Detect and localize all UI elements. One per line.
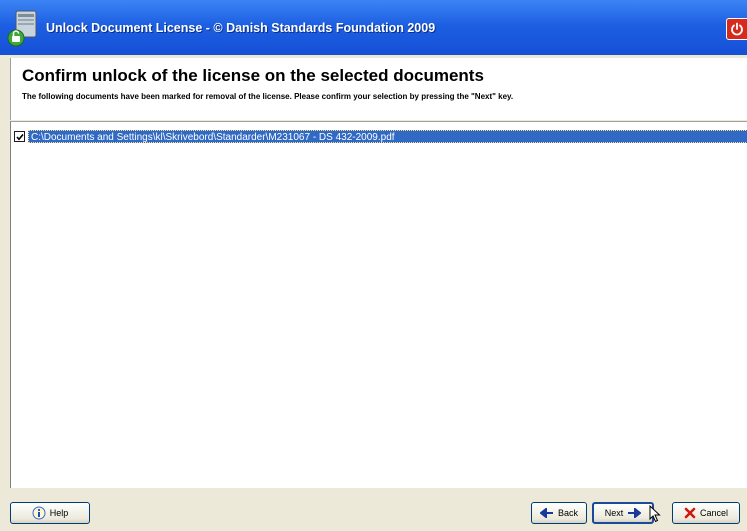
next-label: Next: [604, 508, 624, 518]
arrow-right-icon: [628, 508, 642, 518]
page-header: Confirm unlock of the license on the sel…: [10, 58, 747, 120]
page-title: Confirm unlock of the license on the sel…: [22, 66, 484, 85]
window-title: Unlock Document License - © Danish Stand…: [46, 20, 436, 35]
app-document-icon: [6, 8, 40, 48]
help-button[interactable]: Help: [10, 502, 90, 524]
cancel-label: Cancel: [699, 508, 728, 518]
cancel-button[interactable]: Cancel: [672, 502, 740, 524]
button-bar: Help Back Next Cancel: [0, 490, 747, 531]
document-path[interactable]: C:\Documents and Settings\kl\Skrivebord\…: [28, 130, 747, 143]
next-button[interactable]: Next: [592, 502, 654, 524]
title-bar: Unlock Document License - © Danish Stand…: [0, 0, 747, 55]
mouse-pointer-icon: [649, 505, 661, 523]
back-button[interactable]: Back: [531, 502, 587, 524]
help-label: Help: [49, 508, 69, 518]
checkmark-icon: [15, 133, 24, 141]
info-icon: [32, 506, 46, 520]
document-list[interactable]: C:\Documents and Settings\kl\Skrivebord\…: [10, 121, 747, 488]
arrow-left-icon: [539, 508, 553, 518]
back-label: Back: [557, 508, 578, 518]
power-icon[interactable]: [726, 18, 747, 40]
list-item[interactable]: C:\Documents and Settings\kl\Skrivebord\…: [11, 130, 747, 143]
page-instructions: The following documents have been marked…: [22, 92, 514, 101]
document-checkbox[interactable]: [14, 131, 25, 142]
close-icon: [684, 507, 696, 519]
